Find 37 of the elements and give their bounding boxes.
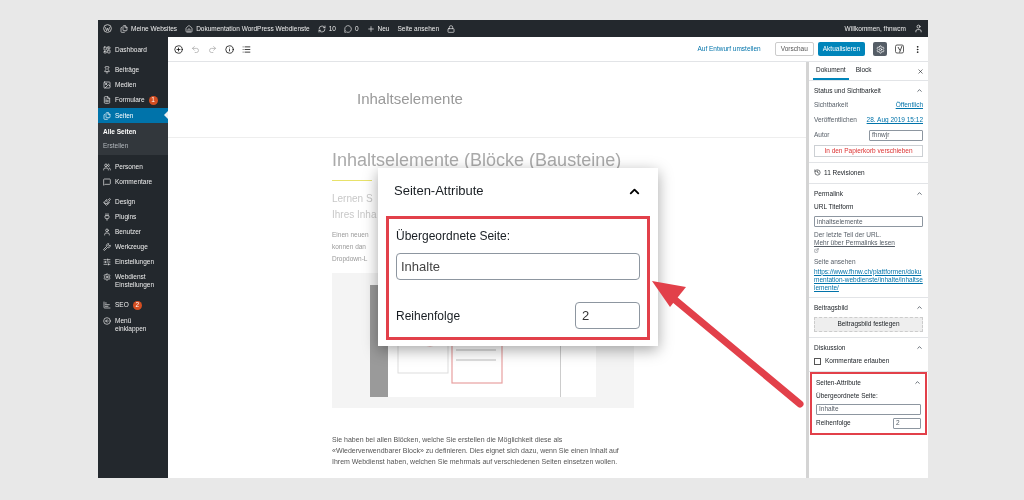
content-heading: Inhaltselemente (Blöcke (Bausteine): [332, 150, 622, 170]
speech-bubble-icon: [103, 178, 111, 186]
parent-page-field: Inhalte: [396, 253, 640, 280]
user-icon: [103, 228, 111, 236]
chart-icon: [103, 301, 111, 309]
pin-icon: [103, 65, 111, 74]
wordpress-logo-icon[interactable]: [103, 24, 112, 33]
close-icon[interactable]: [917, 67, 924, 75]
image-icon: [103, 80, 111, 89]
more-icon[interactable]: [913, 44, 922, 54]
collapse-icon: [103, 317, 111, 325]
info-icon[interactable]: [225, 44, 234, 54]
external-link-icon: [814, 248, 819, 253]
gear-icon: [103, 273, 111, 281]
avatar-icon[interactable]: [914, 24, 923, 33]
comment-icon: [343, 24, 352, 33]
document-icon: [103, 95, 111, 104]
brush-icon: [103, 198, 111, 206]
users-icon: [103, 163, 111, 171]
checkbox[interactable]: [814, 357, 821, 365]
field-label: Reihenfolge: [396, 307, 461, 325]
outline-icon[interactable]: [242, 44, 251, 54]
plus-icon: [366, 24, 375, 33]
history-icon: [814, 169, 821, 177]
panel-title: Seiten-Attribute: [394, 182, 484, 201]
settings-button[interactable]: [873, 42, 887, 56]
yoast-icon[interactable]: [895, 44, 905, 54]
order-field: 2: [575, 302, 640, 329]
lock-icon[interactable]: [447, 24, 456, 33]
sliders-icon: [103, 258, 111, 266]
refresh-icon: [317, 24, 326, 33]
plug-icon: [103, 213, 111, 221]
field-label: Übergeordnete Seite:: [396, 228, 512, 245]
wrench-icon: [103, 243, 111, 251]
home-icon: [185, 24, 194, 33]
dashboard-icon: [103, 45, 111, 54]
add-block-icon[interactable]: [174, 44, 183, 54]
